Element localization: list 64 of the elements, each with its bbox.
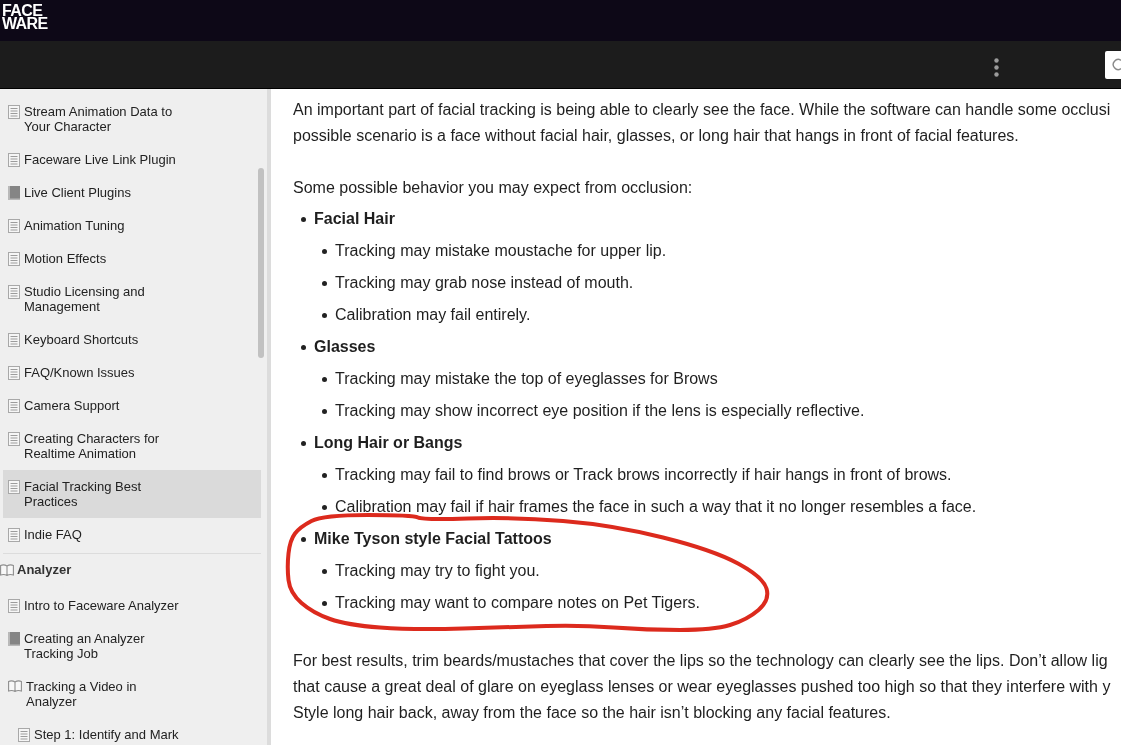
sidebar-item[interactable]: Keyboard Shortcuts bbox=[3, 323, 261, 356]
list-item: Tracking may mistake moustache for upper lip. bbox=[335, 241, 667, 261]
list-item: Tracking may fail to find brows or Track brows incorrectly if hair hangs in front of brows. bbox=[335, 465, 952, 485]
paragraph: An important part of facial tracking is being able to clearly see the face. While the software can handle some occlusi possible scenario is a face without facial hair, glasses, or long hair that hangs in front of facial features. bbox=[293, 100, 1111, 146]
sidebar-section[interactable]: Analyzer bbox=[0, 554, 267, 589]
list-heading: Mike Tyson style Facial Tattoos bbox=[314, 529, 552, 549]
paragraph: For best results, trim beards/mustaches that cover the lips so the technology can clearly see the lips. Don’t allow lig that cause a great deal of glare on eyeglass lenses or wear eyeglasses pushed too high so that they interfere with y Style long hair back, away from the face so the hair isn’t blocking any facial features. bbox=[293, 651, 1111, 723]
page-icon bbox=[8, 285, 20, 299]
page-icon bbox=[8, 528, 20, 542]
page-icon bbox=[18, 728, 30, 742]
page-icon bbox=[8, 153, 20, 167]
list-heading: Facial Hair bbox=[314, 209, 395, 229]
paragraph: Some possible behavior you may expect from occlusion: bbox=[293, 178, 693, 198]
sidebar-item[interactable]: Creating an Analyzer Tracking Job bbox=[3, 622, 261, 670]
sidebar-item[interactable]: Live Client Plugins bbox=[3, 176, 261, 209]
sidebar-item[interactable]: Faceware Live Link Plugin bbox=[3, 143, 261, 176]
bullet-icon bbox=[301, 440, 306, 446]
bullet-icon bbox=[322, 472, 327, 478]
sidebar-item[interactable]: Facial Tracking Best Practices bbox=[3, 470, 261, 518]
sidebar-item[interactable]: Creating Characters for Realtime Animation bbox=[3, 422, 261, 470]
list-item: Calibration may fail entirely. bbox=[335, 305, 531, 325]
bullet-icon bbox=[322, 504, 327, 510]
list-item: Tracking may show incorrect eye position if the lens is especially reflective. bbox=[335, 401, 865, 421]
page-icon bbox=[8, 333, 20, 347]
page-icon bbox=[8, 219, 20, 233]
list-item: Tracking may mistake the top of eyeglasses for Brows bbox=[335, 369, 718, 389]
bullet-icon bbox=[301, 536, 306, 542]
sidebar-item[interactable]: FAQ/Known Issues bbox=[3, 356, 261, 389]
bullet-icon bbox=[301, 216, 306, 222]
page-icon bbox=[8, 599, 20, 613]
bullet-icon bbox=[301, 344, 306, 350]
bullet-icon bbox=[322, 600, 327, 606]
bullet-icon bbox=[322, 376, 327, 382]
bullet-icon bbox=[322, 280, 327, 286]
bullet-icon bbox=[322, 408, 327, 414]
list-heading: Glasses bbox=[314, 337, 376, 357]
more-options-icon[interactable] bbox=[994, 57, 999, 77]
page-icon bbox=[8, 480, 20, 494]
list-item: Calibration may fail if hair frames the face in such a way that it no longer resembles a face. bbox=[335, 497, 977, 517]
sidebar-item[interactable]: Tracking a Video in Analyzer bbox=[3, 670, 261, 718]
sidebar-item[interactable]: Studio Licensing and Management bbox=[3, 275, 261, 323]
search-field[interactable] bbox=[1105, 50, 1121, 79]
sidebar-item[interactable]: Stream Animation Data to Your Character bbox=[3, 95, 261, 143]
sidebar-item[interactable]: Indie FAQ bbox=[3, 518, 261, 551]
sidebar-item[interactable]: Step 1: Identify and Mark bbox=[3, 718, 261, 742]
search-icon bbox=[1110, 58, 1121, 71]
sidebar-item[interactable]: Camera Support bbox=[3, 389, 261, 422]
sidebar-item[interactable]: Intro to Faceware Analyzer bbox=[3, 589, 261, 622]
logo[interactable]: FACE WARE bbox=[2, 5, 48, 30]
page-icon bbox=[8, 432, 20, 446]
list-heading: Long Hair or Bangs bbox=[314, 433, 463, 453]
page-icon bbox=[8, 366, 20, 380]
bullet-icon bbox=[322, 248, 327, 254]
sidebar-item[interactable]: Motion Effects bbox=[3, 242, 261, 275]
list-item: Tracking may want to compare notes on Pet Tigers. bbox=[335, 593, 700, 613]
bullet-icon bbox=[322, 312, 327, 318]
page-icon bbox=[8, 105, 20, 119]
sidebar-item[interactable]: Animation Tuning bbox=[3, 209, 261, 242]
list-item: Tracking may try to fight you. bbox=[335, 561, 540, 581]
page-icon bbox=[8, 252, 20, 266]
list-item: Tracking may grab nose instead of mouth. bbox=[335, 273, 634, 293]
scrollbar-thumb[interactable] bbox=[258, 168, 264, 358]
page-icon bbox=[8, 399, 20, 413]
bullet-icon bbox=[322, 568, 327, 574]
